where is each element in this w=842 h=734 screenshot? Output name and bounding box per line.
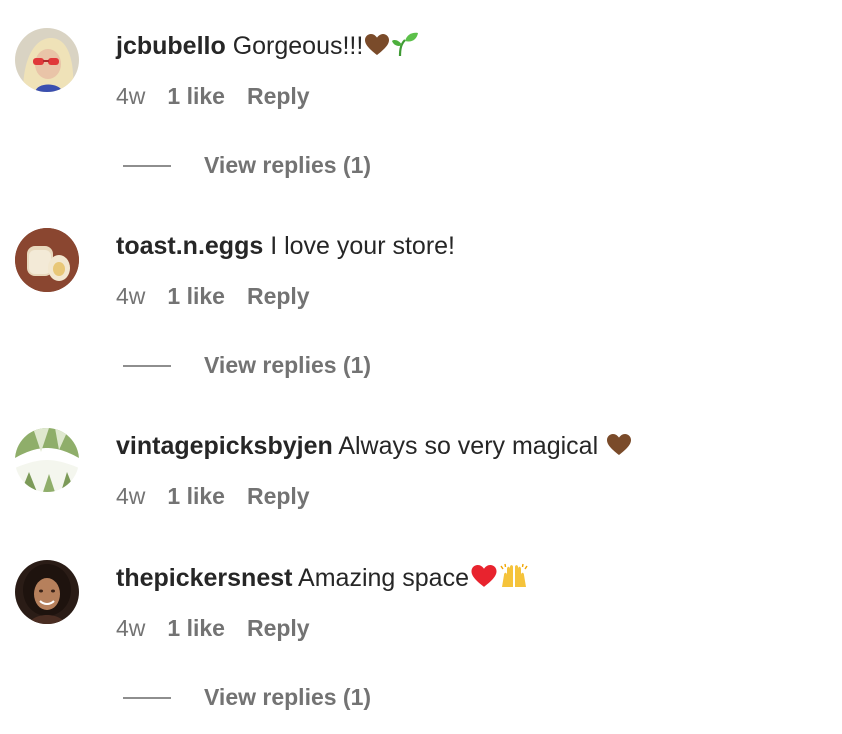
replies-divider: [123, 365, 171, 367]
comment-line: vintagepicksbyjen Always so very magical: [116, 430, 632, 465]
comment-text: Amazing space: [298, 564, 469, 592]
reply-button[interactable]: Reply: [247, 83, 310, 109]
comment-meta: 4w 1 like Reply: [116, 281, 310, 311]
brown-heart-icon: [606, 433, 632, 465]
comment-line: toast.n.eggs I love your store!: [116, 230, 455, 262]
avatar-image: [15, 428, 79, 492]
replies-divider: [123, 697, 171, 699]
avatar-image: [15, 228, 79, 292]
reply-button[interactable]: Reply: [247, 483, 310, 509]
comment-likes[interactable]: 1 like: [167, 83, 225, 109]
comment-time[interactable]: 4w: [116, 483, 145, 509]
comment-line: thepickersnest Amazing space: [116, 562, 529, 597]
comment-time[interactable]: 4w: [116, 83, 145, 109]
comment-meta: 4w 1 like Reply: [116, 81, 310, 111]
comment-line: jcbubello Gorgeous!!!: [116, 30, 419, 65]
raising-hands-icon: [499, 563, 529, 597]
comment-time[interactable]: 4w: [116, 283, 145, 309]
brown-heart-icon: [364, 33, 390, 65]
avatar[interactable]: [15, 28, 79, 92]
reply-button[interactable]: Reply: [247, 615, 310, 641]
comment-text: I love your store!: [270, 232, 456, 260]
comment-likes[interactable]: 1 like: [167, 483, 225, 509]
comment-username[interactable]: toast.n.eggs: [116, 232, 263, 260]
view-replies-label: View replies (1): [204, 684, 372, 710]
avatar[interactable]: [15, 560, 79, 624]
comment-likes[interactable]: 1 like: [167, 615, 225, 641]
comment-text: Always so very magical: [338, 432, 599, 460]
avatar-image: [15, 28, 79, 92]
avatar[interactable]: [15, 228, 79, 292]
comment-meta: 4w 1 like Reply: [116, 613, 310, 643]
comment-username[interactable]: jcbubello: [116, 32, 226, 60]
replies-divider: [123, 165, 171, 167]
avatar-image: [15, 560, 79, 624]
seedling-icon: [391, 31, 419, 65]
comment-username[interactable]: vintagepicksbyjen: [116, 432, 333, 460]
comment-text: Gorgeous!!!: [232, 32, 364, 60]
comment-username[interactable]: thepickersnest: [116, 564, 292, 592]
view-replies-label: View replies (1): [204, 352, 372, 378]
comment-time[interactable]: 4w: [116, 615, 145, 641]
red-heart-icon: [470, 564, 498, 597]
reply-button[interactable]: Reply: [247, 283, 310, 309]
view-replies-label: View replies (1): [204, 152, 372, 178]
avatar[interactable]: [15, 428, 79, 492]
comment-likes[interactable]: 1 like: [167, 283, 225, 309]
comment-meta: 4w 1 like Reply: [116, 481, 310, 511]
